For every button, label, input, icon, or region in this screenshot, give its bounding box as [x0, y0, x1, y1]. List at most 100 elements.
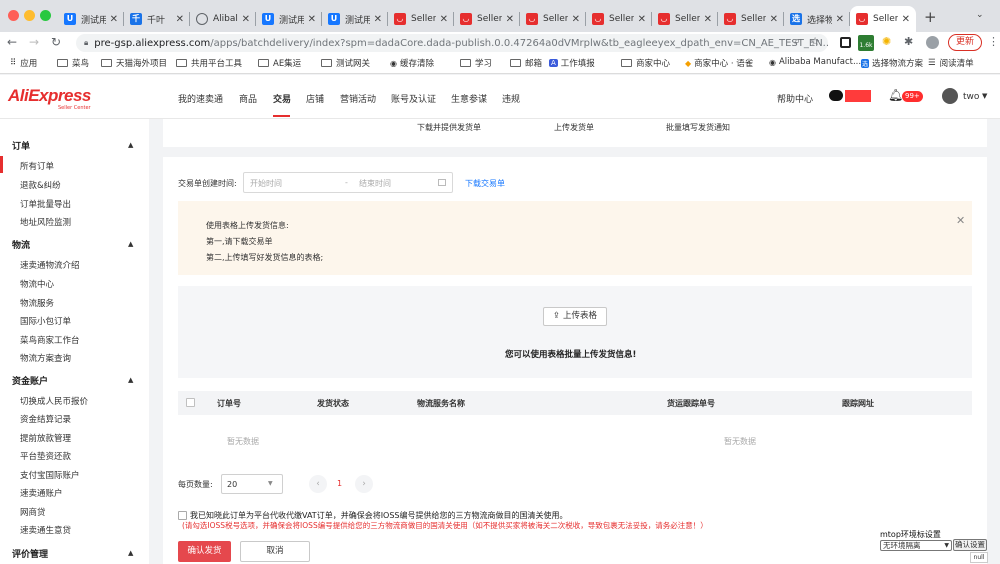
reading-list[interactable]: ☰ 阅读清单: [928, 57, 974, 69]
calendar-icon[interactable]: [438, 179, 446, 186]
sidebar-item[interactable]: 国际小包订单: [20, 315, 71, 327]
browser-tab[interactable]: ◡ Seller ✕: [520, 6, 586, 32]
extension-sun-icon[interactable]: ✺: [882, 35, 891, 48]
extensions-puzzle-icon[interactable]: ✱: [904, 35, 913, 48]
sidebar-group-title[interactable]: 订单: [12, 139, 30, 152]
collapse-caret-icon[interactable]: ▲: [128, 240, 133, 248]
sidebar-item[interactable]: 退款&纠纷: [20, 179, 61, 191]
sidebar-item[interactable]: 物流方案查询: [20, 352, 71, 364]
nav-item[interactable]: 店铺: [306, 92, 324, 105]
bookmark-item[interactable]: ◉ 缓存清除: [390, 57, 434, 70]
next-page-button[interactable]: ›: [355, 475, 373, 493]
sidebar-item[interactable]: 速卖通账户: [20, 487, 63, 499]
zoom-icon[interactable]: ⌕: [794, 36, 800, 47]
current-page[interactable]: 1: [337, 479, 342, 488]
user-avatar[interactable]: [942, 88, 958, 104]
extension-icon[interactable]: [840, 37, 851, 48]
download-orders-link[interactable]: 下载交易单: [465, 178, 505, 189]
nav-item[interactable]: 商品: [239, 92, 257, 105]
browser-tab[interactable]: ◡ Seller ✕: [718, 6, 784, 32]
sidebar-item[interactable]: 订单批量导出: [20, 198, 71, 210]
bookmark-star-icon[interactable]: ☆: [810, 35, 820, 48]
sidebar-item[interactable]: 物流服务: [20, 297, 54, 309]
sidebar-item[interactable]: 切换成人民币报价: [20, 395, 88, 407]
sidebar-item[interactable]: 物流中心: [20, 278, 54, 290]
nav-item[interactable]: 交易: [273, 92, 291, 105]
sidebar-item[interactable]: 资金结算记录: [20, 413, 71, 425]
nav-item[interactable]: 违规: [502, 92, 520, 105]
close-tab-icon[interactable]: ✕: [836, 14, 844, 25]
cancel-button[interactable]: 取消: [240, 541, 310, 562]
bookmark-item[interactable]: AE集运: [258, 57, 301, 69]
reload-icon[interactable]: ↻: [48, 35, 64, 49]
close-tab-icon[interactable]: ✕: [902, 14, 910, 25]
back-icon[interactable]: ←: [4, 35, 20, 49]
close-tab-icon[interactable]: ✕: [308, 14, 316, 25]
bookmark-item[interactable]: 测试网关: [321, 57, 370, 69]
collapse-caret-icon[interactable]: ▲: [128, 376, 133, 384]
close-tab-icon[interactable]: ✕: [506, 14, 514, 25]
browser-tab[interactable]: U 测试用 ✕: [322, 6, 388, 32]
bookmark-item[interactable]: ◉ Alibaba Manufact...: [769, 57, 861, 67]
sidebar-group-title[interactable]: 物流: [12, 238, 30, 251]
sidebar-item[interactable]: 地址风险监测: [20, 216, 71, 228]
browser-tab[interactable]: ◡ Seller ✕: [586, 6, 652, 32]
sidebar-item[interactable]: 支付宝国际账户: [20, 469, 80, 481]
user-name[interactable]: two: [963, 92, 979, 102]
bookmark-item[interactable]: 共用平台工具: [176, 57, 242, 69]
browser-tab[interactable]: ◡ Seller ✕: [454, 6, 520, 32]
profile-avatar-icon[interactable]: [926, 36, 939, 49]
ioss-checkbox[interactable]: [178, 511, 187, 520]
bookmark-item[interactable]: A 工作填报: [549, 57, 595, 69]
close-tab-icon[interactable]: ✕: [374, 14, 382, 25]
sidebar-item[interactable]: 网商贷: [20, 506, 46, 518]
sidebar-item[interactable]: 平台垫资还款: [20, 450, 71, 462]
maximize-window-button[interactable]: [40, 10, 51, 21]
close-icon[interactable]: ✕: [956, 214, 965, 227]
close-tab-icon[interactable]: ✕: [704, 14, 712, 25]
chat-icon[interactable]: [829, 90, 843, 101]
help-center-link[interactable]: 帮助中心: [777, 92, 813, 105]
confirm-shipment-button[interactable]: 确认发货: [178, 541, 231, 562]
browser-tab[interactable]: U 测试用 ✕: [256, 6, 322, 32]
browser-tab[interactable]: ◡ Seller ✕: [850, 6, 916, 32]
bookmark-item[interactable]: 选选择物流方案: [861, 57, 923, 69]
browser-tab[interactable]: ◡ Seller ✕: [652, 6, 718, 32]
sidebar-item[interactable]: 提前放款管理: [20, 432, 71, 444]
update-button[interactable]: 更新: [948, 34, 982, 51]
bookmark-item[interactable]: 学习: [460, 57, 492, 69]
prev-page-button[interactable]: ‹: [309, 475, 327, 493]
select-all-checkbox[interactable]: [186, 398, 195, 407]
tab-search-icon[interactable]: ⌄: [976, 10, 984, 20]
collapse-caret-icon[interactable]: ▲: [128, 141, 133, 149]
user-dropdown-icon[interactable]: ▼: [982, 92, 987, 100]
page-size-select[interactable]: 20 ▼: [221, 474, 283, 494]
mtop-confirm-button[interactable]: 确认设置: [953, 539, 987, 551]
sidebar-item[interactable]: 菜鸟商家工作台: [20, 334, 80, 346]
browser-tab[interactable]: Alibal ✕: [190, 6, 256, 32]
aliexpress-logo[interactable]: AliExpress Seller Center: [8, 86, 91, 111]
extension-badge[interactable]: 1.6k: [858, 35, 874, 51]
upload-table-button[interactable]: ⇪ 上传表格: [543, 307, 607, 326]
bookmark-item[interactable]: 菜鸟: [57, 57, 89, 69]
new-tab-button[interactable]: +: [924, 8, 937, 26]
close-tab-icon[interactable]: ✕: [176, 14, 184, 25]
close-window-button[interactable]: [8, 10, 19, 21]
sidebar-item[interactable]: 速卖通物流介绍: [20, 259, 80, 271]
nav-item[interactable]: 营销活动: [340, 92, 376, 105]
sidebar-item[interactable]: 速卖通生意贷: [20, 524, 71, 536]
browser-tab[interactable]: 千千叶 ✕: [124, 6, 190, 32]
close-tab-icon[interactable]: ✕: [572, 14, 580, 25]
browser-tab[interactable]: ◡ Seller ✕: [388, 6, 454, 32]
collapse-caret-icon[interactable]: ▲: [128, 549, 133, 557]
sidebar-group-title[interactable]: 评价管理: [12, 547, 48, 560]
bookmark-item[interactable]: 天猫海外项目: [101, 57, 167, 69]
browser-tab[interactable]: 选选择物 ✕: [784, 6, 850, 32]
close-tab-icon[interactable]: ✕: [638, 14, 646, 25]
bookmark-item[interactable]: 邮箱: [510, 57, 542, 69]
nav-item[interactable]: 账号及认证: [391, 92, 436, 105]
nav-item[interactable]: 我的速卖通: [178, 92, 223, 105]
bookmark-item[interactable]: 商家中心: [621, 57, 670, 69]
end-date-input[interactable]: 结束时间: [359, 178, 391, 189]
close-tab-icon[interactable]: ✕: [110, 14, 118, 25]
